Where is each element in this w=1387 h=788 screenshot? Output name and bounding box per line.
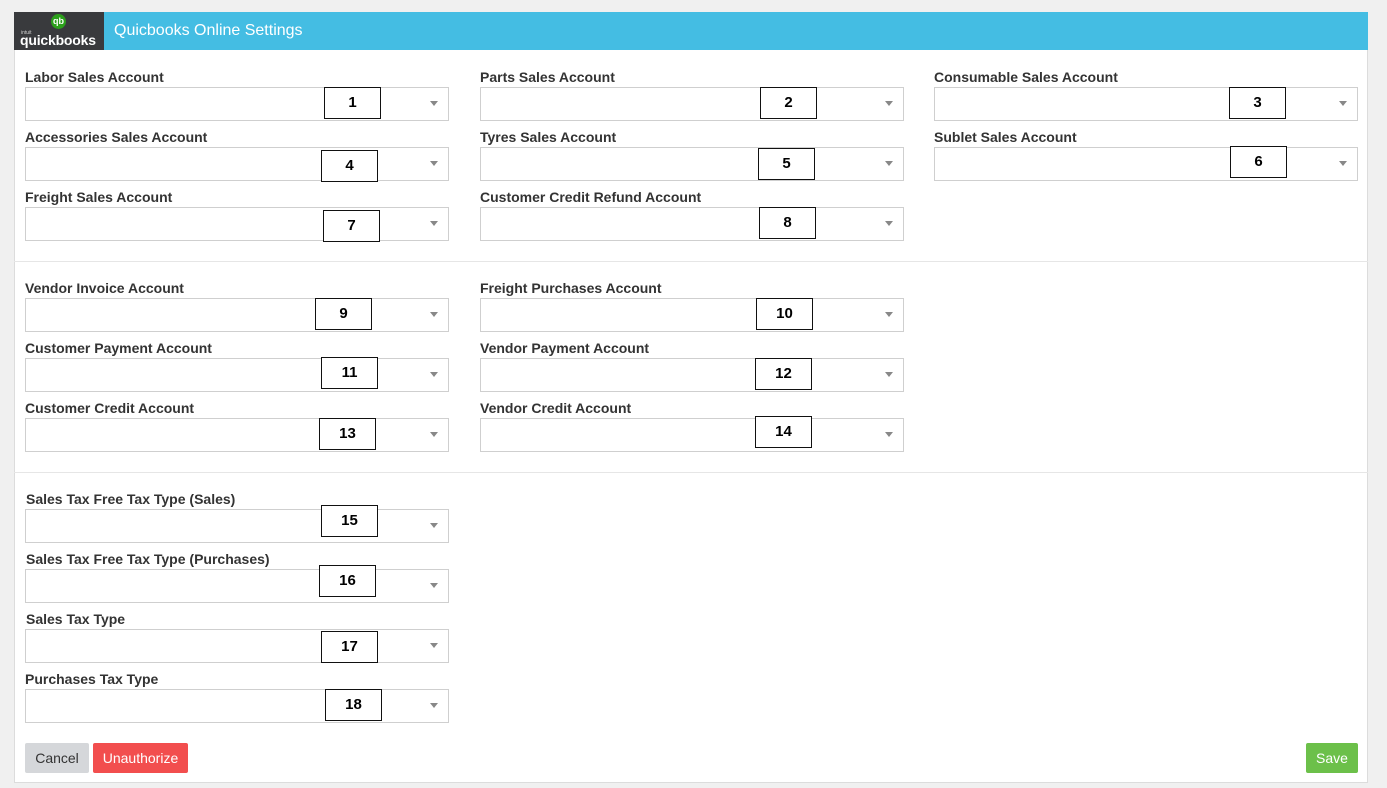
number-marker: 17 bbox=[321, 631, 378, 663]
save-button[interactable]: Save bbox=[1306, 743, 1358, 773]
freight-purchases-account-select[interactable] bbox=[480, 298, 904, 332]
number-marker: 3 bbox=[1229, 87, 1286, 119]
chevron-down-icon bbox=[430, 523, 438, 528]
sales-tax-free-tax-type-sales-select[interactable] bbox=[25, 509, 449, 543]
logo-wordmark: quickbooks bbox=[20, 32, 96, 48]
field-label: Sales Tax Type bbox=[26, 611, 126, 627]
chevron-down-icon bbox=[1339, 101, 1347, 106]
page-title: Quicbooks Online Settings bbox=[114, 22, 303, 39]
chevron-down-icon bbox=[430, 432, 438, 437]
vendor-payment-account-select[interactable] bbox=[480, 358, 904, 392]
number-marker: 7 bbox=[323, 210, 380, 242]
field-label: Vendor Invoice Account bbox=[25, 280, 184, 296]
customer-payment-account-select[interactable] bbox=[25, 358, 449, 392]
field-label: Sublet Sales Account bbox=[934, 129, 1077, 145]
chevron-down-icon bbox=[430, 312, 438, 317]
chevron-down-icon bbox=[430, 161, 438, 166]
field-label: Freight Purchases Account bbox=[480, 280, 662, 296]
field-label: Vendor Credit Account bbox=[480, 400, 632, 416]
purchases-tax-type-select[interactable] bbox=[25, 689, 449, 723]
parts-sales-account-select[interactable] bbox=[480, 87, 904, 121]
number-marker: 4 bbox=[321, 150, 378, 182]
chevron-down-icon bbox=[885, 221, 893, 226]
field-label: Customer Credit Account bbox=[25, 400, 195, 416]
field-label: Labor Sales Account bbox=[25, 69, 164, 85]
field-label: Freight Sales Account bbox=[25, 189, 173, 205]
chevron-down-icon bbox=[430, 703, 438, 708]
field-label: Customer Payment Account bbox=[25, 340, 212, 356]
unauthorize-button[interactable]: Unauthorize bbox=[93, 743, 188, 773]
labor-sales-account-select[interactable] bbox=[25, 87, 449, 121]
chevron-down-icon bbox=[885, 432, 893, 437]
number-marker: 14 bbox=[755, 416, 812, 448]
field-label: Accessories Sales Account bbox=[25, 129, 208, 145]
number-marker: 1 bbox=[324, 87, 381, 119]
number-marker: 2 bbox=[760, 87, 817, 119]
consumable-sales-account-select[interactable] bbox=[934, 87, 1358, 121]
number-marker: 13 bbox=[319, 418, 376, 450]
customer-credit-account-select[interactable] bbox=[25, 418, 449, 452]
vendor-credit-account-select[interactable] bbox=[480, 418, 904, 452]
sales-tax-free-tax-type-purchases-select[interactable] bbox=[25, 569, 449, 603]
chevron-down-icon bbox=[430, 643, 438, 648]
freight-sales-account-select[interactable] bbox=[25, 207, 449, 241]
chevron-down-icon bbox=[430, 583, 438, 588]
field-label: Consumable Sales Account bbox=[934, 69, 1118, 85]
chevron-down-icon bbox=[1339, 161, 1347, 166]
field-label: Tyres Sales Account bbox=[480, 129, 617, 145]
customer-credit-refund-account-select[interactable] bbox=[480, 207, 904, 241]
number-marker: 11 bbox=[321, 357, 378, 389]
section-divider bbox=[14, 472, 1368, 473]
field-label: Parts Sales Account bbox=[480, 69, 615, 85]
sales-tax-type-select[interactable] bbox=[25, 629, 449, 663]
accessories-sales-account-select[interactable] bbox=[25, 147, 449, 181]
chevron-down-icon bbox=[885, 372, 893, 377]
number-marker: 6 bbox=[1230, 146, 1287, 178]
chevron-down-icon bbox=[430, 221, 438, 226]
field-label: Sales Tax Free Tax Type (Sales) bbox=[26, 491, 236, 507]
chevron-down-icon bbox=[430, 372, 438, 377]
chevron-down-icon bbox=[885, 161, 893, 166]
chevron-down-icon bbox=[885, 101, 893, 106]
field-label: Vendor Payment Account bbox=[480, 340, 650, 356]
quickbooks-logo: qb intuit quickbooks bbox=[14, 12, 104, 50]
field-label: Purchases Tax Type bbox=[25, 671, 159, 687]
chevron-down-icon bbox=[885, 312, 893, 317]
number-marker: 5 bbox=[758, 148, 815, 180]
cancel-button[interactable]: Cancel bbox=[25, 743, 89, 773]
vendor-invoice-account-select[interactable] bbox=[25, 298, 449, 332]
field-label: Sales Tax Free Tax Type (Purchases) bbox=[26, 551, 270, 567]
qb-logo-icon: qb bbox=[51, 14, 66, 29]
number-marker: 8 bbox=[759, 207, 816, 239]
field-label: Customer Credit Refund Account bbox=[480, 189, 702, 205]
number-marker: 16 bbox=[319, 565, 376, 597]
number-marker: 18 bbox=[325, 689, 382, 721]
tyres-sales-account-select[interactable] bbox=[480, 147, 904, 181]
settings-panel bbox=[14, 12, 1368, 783]
number-marker: 12 bbox=[755, 358, 812, 390]
sublet-sales-account-select[interactable] bbox=[934, 147, 1358, 181]
chevron-down-icon bbox=[430, 101, 438, 106]
number-marker: 9 bbox=[315, 298, 372, 330]
number-marker: 15 bbox=[321, 505, 378, 537]
number-marker: 10 bbox=[756, 298, 813, 330]
section-divider bbox=[14, 261, 1368, 262]
